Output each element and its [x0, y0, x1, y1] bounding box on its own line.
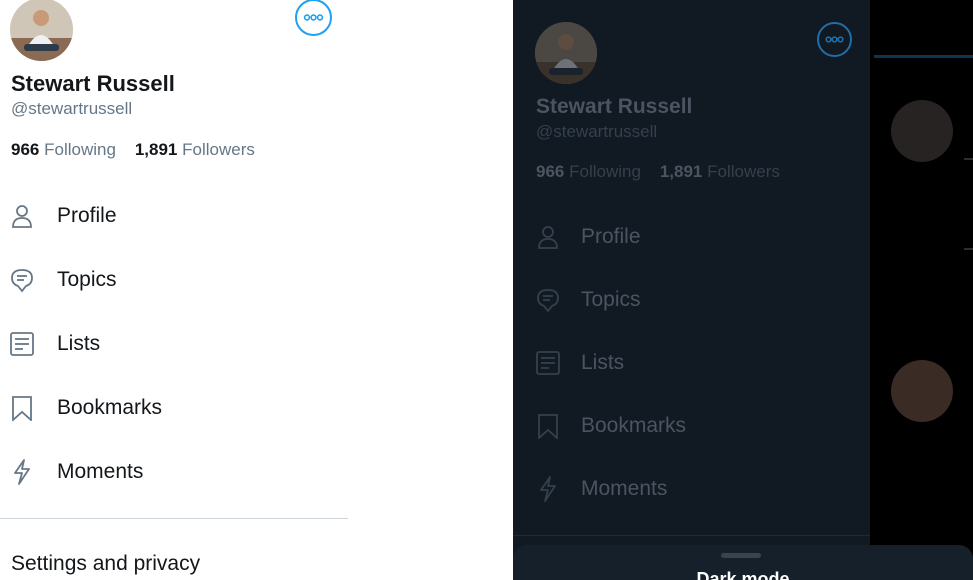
followers-link[interactable]: 1,891 Followers: [660, 162, 780, 181]
timeline-text-fragment: [964, 248, 973, 250]
settings-and-privacy-link[interactable]: Settings and privacy: [11, 552, 200, 576]
follow-stats: 966 Following 1,891 Followers: [536, 162, 780, 182]
background-timeline: [870, 0, 973, 580]
followers-label: Followers: [182, 140, 255, 159]
menu-item-profile[interactable]: Profile: [513, 212, 870, 262]
person-icon: [535, 224, 561, 250]
avatar[interactable]: [535, 22, 597, 84]
profile-name: Stewart Russell: [11, 71, 175, 96]
topics-icon: [535, 287, 561, 313]
lightning-icon: [9, 459, 35, 485]
menu-item-moments[interactable]: Moments: [513, 464, 870, 514]
profile-name: Stewart Russell: [536, 95, 693, 118]
sheet-title: Dark mode: [696, 569, 790, 580]
timeline-text-fragment: [964, 158, 973, 160]
menu-label: Topics: [581, 288, 641, 311]
following-label: Following: [44, 140, 116, 159]
menu-label: Moments: [581, 477, 668, 500]
ellipsis-icon: [825, 36, 844, 43]
divider: [513, 535, 870, 536]
menu-label: Lists: [57, 332, 101, 355]
menu-item-profile[interactable]: Profile: [0, 191, 348, 241]
menu-label: Topics: [57, 268, 117, 291]
following-count: 966: [536, 162, 565, 181]
followers-count: 1,891: [659, 162, 703, 181]
menu-item-topics[interactable]: Topics: [0, 255, 348, 305]
person-icon: [9, 203, 35, 229]
menu-label: Bookmarks: [57, 396, 163, 419]
menu-label: Lists: [581, 351, 625, 374]
more-options-button[interactable]: [295, 0, 332, 36]
timeline-tab-indicator: [874, 55, 973, 58]
follow-stats: 966 Following 1,891 Followers: [11, 140, 255, 160]
ellipsis-icon: [303, 14, 324, 21]
more-options-button[interactable]: [817, 22, 852, 57]
followers-count: 1,891: [134, 140, 178, 159]
menu-label: Moments: [57, 460, 144, 483]
menu-item-bookmarks[interactable]: Bookmarks: [513, 401, 870, 451]
timeline-avatar: [891, 360, 953, 422]
divider: [0, 518, 348, 519]
following-link[interactable]: 966 Following: [11, 140, 116, 159]
menu-item-lists[interactable]: Lists: [513, 338, 870, 388]
topics-icon: [9, 267, 35, 293]
dark-mode-drawer: Stewart Russell @stewartrussell 966 Foll…: [513, 0, 870, 580]
following-link[interactable]: 966 Following: [536, 162, 641, 181]
bookmark-icon: [9, 395, 35, 421]
menu-item-moments[interactable]: Moments: [0, 447, 348, 497]
bookmark-icon: [535, 413, 561, 439]
lists-icon: [535, 350, 561, 376]
following-count: 966: [11, 140, 40, 159]
menu-label: Profile: [57, 204, 117, 227]
menu-label: Profile: [581, 225, 641, 248]
profile-handle: @stewartrussell: [536, 122, 658, 141]
lightning-icon: [535, 476, 561, 502]
lists-icon: [9, 331, 35, 357]
dark-mode-sheet[interactable]: Dark mode: [513, 545, 973, 580]
menu-item-topics[interactable]: Topics: [513, 275, 870, 325]
menu-item-bookmarks[interactable]: Bookmarks: [0, 383, 348, 433]
avatar[interactable]: [10, 0, 73, 61]
light-mode-drawer: Stewart Russell @stewartrussell 966 Foll…: [0, 0, 513, 580]
menu-label: Bookmarks: [581, 414, 687, 437]
dark-mode-screen: Stewart Russell @stewartrussell 966 Foll…: [513, 0, 973, 580]
followers-link[interactable]: 1,891 Followers: [135, 140, 255, 159]
following-label: Following: [569, 162, 641, 181]
timeline-avatar: [891, 100, 953, 162]
sheet-grabber-handle[interactable]: [721, 553, 761, 558]
followers-label: Followers: [707, 162, 780, 181]
menu-item-lists[interactable]: Lists: [0, 319, 348, 369]
profile-handle: @stewartrussell: [11, 99, 133, 118]
